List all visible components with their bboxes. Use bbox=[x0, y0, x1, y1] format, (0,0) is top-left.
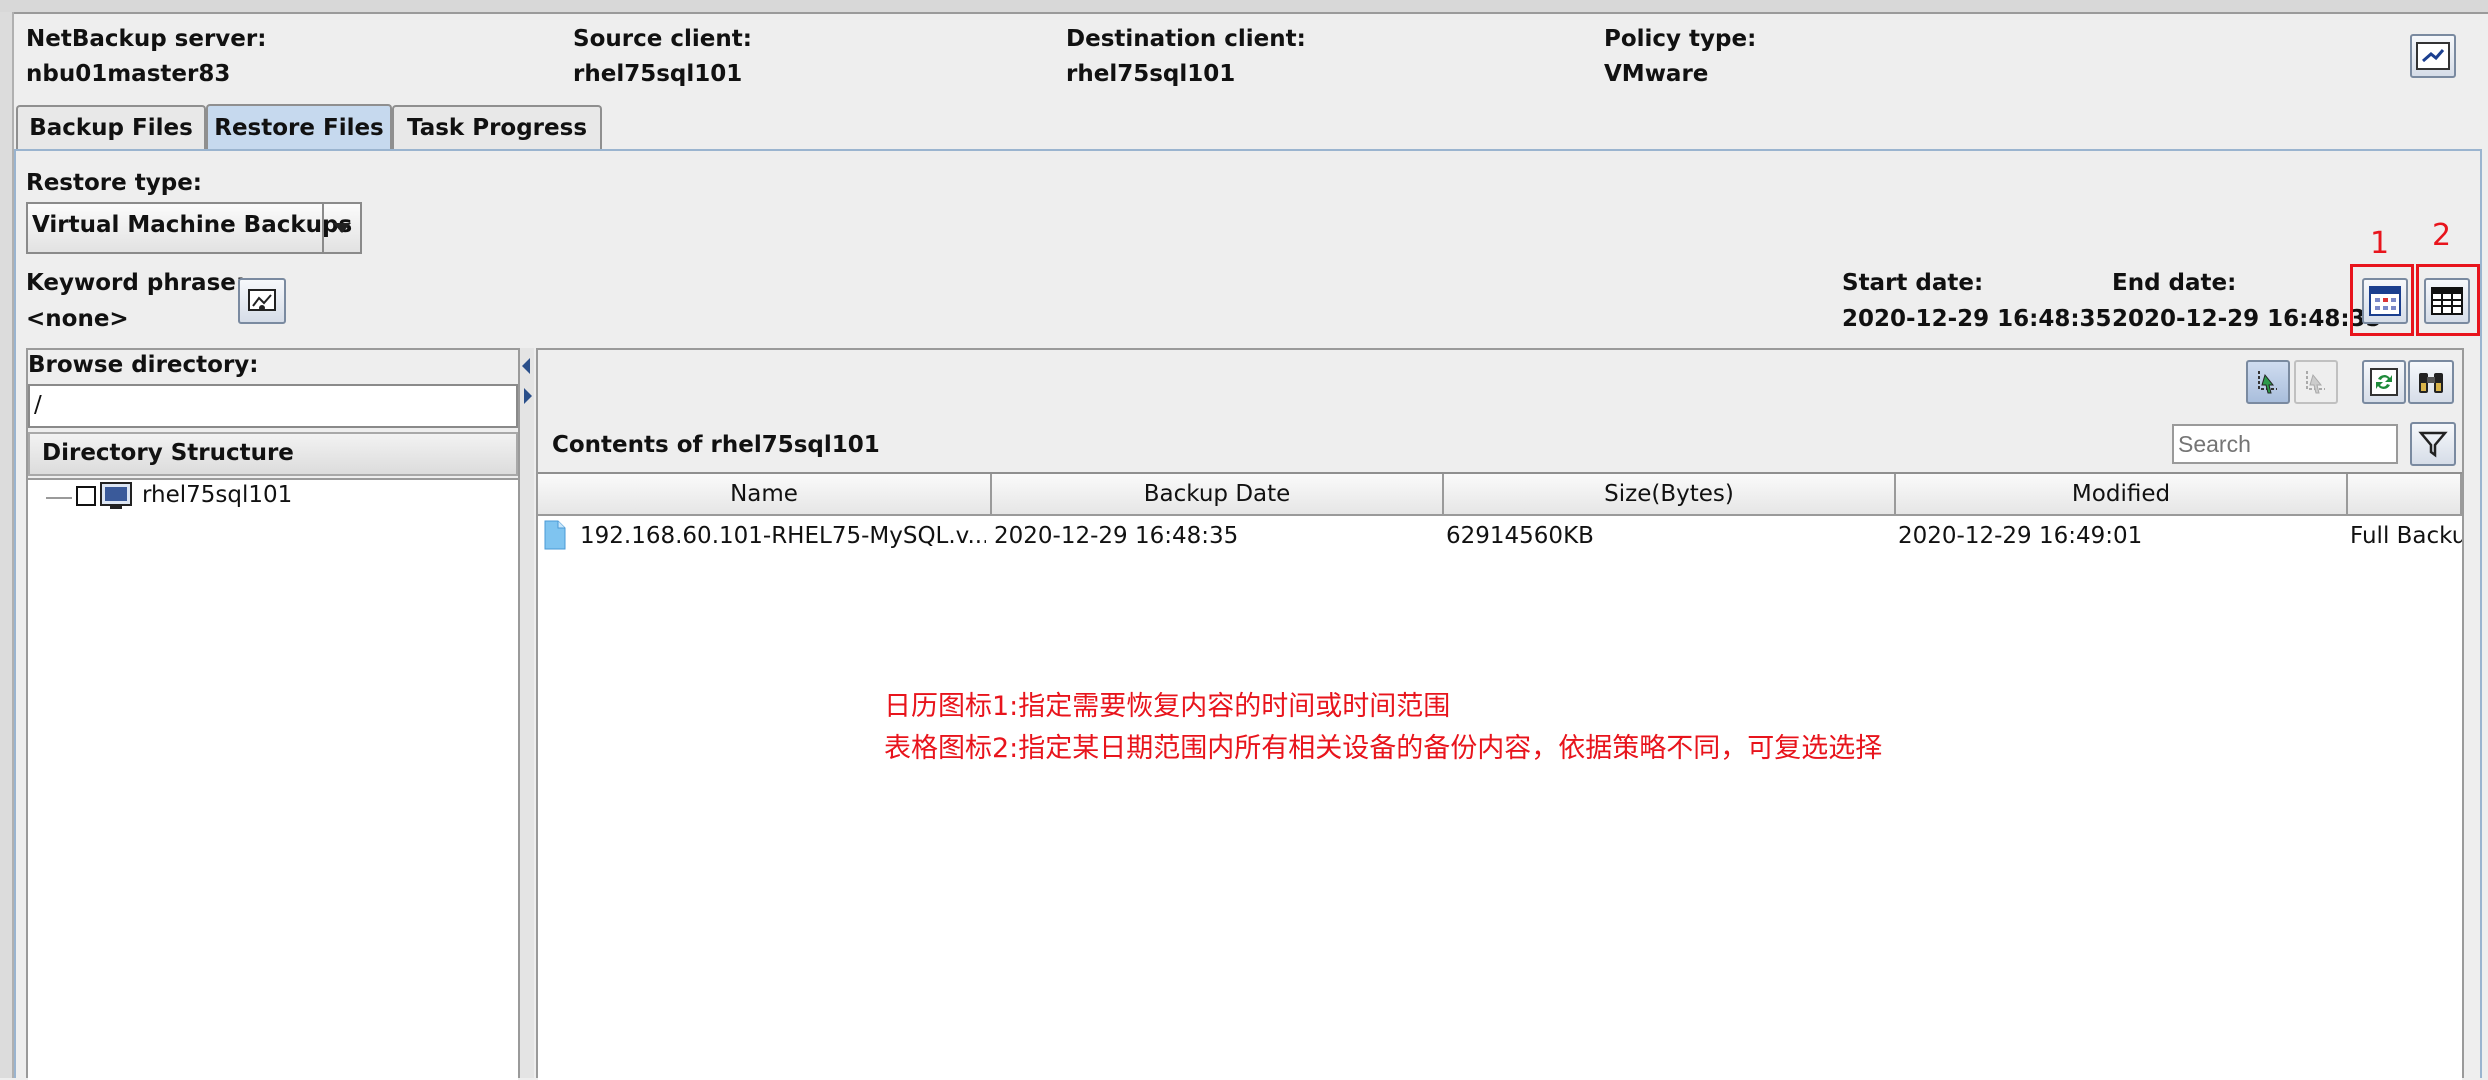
unmark-icon bbox=[2306, 371, 2325, 394]
browse-directory-value: / bbox=[34, 392, 42, 418]
browse-directory-input[interactable]: / bbox=[28, 384, 518, 428]
policy-type-value: VMware bbox=[1604, 61, 1709, 87]
contents-title: Contents of rhel75sql101 bbox=[552, 432, 880, 458]
row-size: 62914560KB bbox=[1446, 523, 1594, 549]
annotation-box-1 bbox=[2350, 264, 2414, 336]
directory-tree[interactable] bbox=[28, 478, 518, 1080]
server-value: nbu01master83 bbox=[26, 61, 231, 87]
keyword-phrase-value: <none> bbox=[26, 306, 129, 332]
tab-backup-files[interactable]: Backup Files bbox=[16, 105, 206, 149]
annotation-line-2: 表格图标2:指定某日期范围内所有相关设备的备份内容，依据策略不同，可复选选择 bbox=[884, 733, 1883, 764]
restore-type-label: Restore type: bbox=[26, 170, 202, 196]
binoculars-icon bbox=[2419, 373, 2443, 393]
tree-line bbox=[46, 497, 72, 499]
annotation-number-2: 2 bbox=[2432, 218, 2452, 253]
computer-icon bbox=[100, 482, 132, 509]
pane-splitter[interactable] bbox=[520, 348, 534, 1078]
mark-icon bbox=[2258, 371, 2277, 394]
policy-type-label: Policy type: bbox=[1604, 26, 1757, 52]
tree-root-label[interactable]: rhel75sql101 bbox=[142, 482, 292, 508]
keyword-phrase-button[interactable] bbox=[238, 278, 286, 324]
splitter-arrows-icon bbox=[522, 358, 532, 404]
find-button[interactable] bbox=[2408, 360, 2454, 404]
refresh-button[interactable] bbox=[2362, 360, 2406, 404]
annotation-box-2 bbox=[2416, 264, 2480, 336]
row-backup-date: 2020-12-29 16:48:35 bbox=[994, 523, 1239, 549]
preview-icon bbox=[2416, 42, 2450, 70]
end-date-label: End date: bbox=[2112, 270, 2237, 296]
tree-root-checkbox[interactable] bbox=[76, 486, 96, 506]
preview-button[interactable] bbox=[2410, 34, 2456, 78]
end-date-value: 2020-12-29 16:48:35 bbox=[2112, 306, 2382, 332]
row-file-icon bbox=[544, 520, 566, 556]
destination-client-label: Destination client: bbox=[1066, 26, 1306, 52]
search-input[interactable] bbox=[2172, 424, 2398, 464]
dropdown-arrow-icon bbox=[333, 223, 351, 233]
tab-task-progress[interactable]: Task Progress bbox=[392, 105, 602, 149]
destination-client-value: rhel75sql101 bbox=[1066, 61, 1236, 87]
column-header-name[interactable]: Name bbox=[538, 474, 992, 516]
browse-directory-label: Browse directory: bbox=[28, 352, 259, 378]
annotation-number-1: 1 bbox=[2370, 226, 2390, 261]
window-top-strip bbox=[0, 0, 2488, 14]
tree-root-computer bbox=[100, 482, 132, 516]
column-header-backup-date[interactable]: Backup Date bbox=[992, 474, 1444, 516]
window-left-edge bbox=[0, 12, 14, 1078]
filter-icon bbox=[2418, 431, 2448, 458]
keyword-icon bbox=[248, 289, 276, 311]
mark-button[interactable] bbox=[2246, 360, 2290, 404]
restore-type-dropdown-button[interactable] bbox=[322, 204, 360, 252]
directory-structure-header: Directory Structure bbox=[28, 432, 518, 476]
filter-button[interactable] bbox=[2410, 422, 2456, 466]
refresh-icon bbox=[2370, 368, 2398, 396]
source-client-label: Source client: bbox=[573, 26, 752, 52]
server-label: NetBackup server: bbox=[26, 26, 267, 52]
column-header-type[interactable] bbox=[2348, 474, 2462, 516]
column-header-size[interactable]: Size(Bytes) bbox=[1444, 474, 1896, 516]
keyword-phrase-label: Keyword phrase: bbox=[26, 270, 246, 296]
tab-restore-files[interactable]: Restore Files bbox=[206, 104, 392, 150]
annotation-line-1: 日历图标1:指定需要恢复内容的时间或时间范围 bbox=[884, 691, 1451, 722]
column-header-modified[interactable]: Modified bbox=[1896, 474, 2348, 516]
unmark-button[interactable] bbox=[2294, 360, 2338, 404]
restore-type-value: Virtual Machine Backups bbox=[32, 212, 353, 238]
file-icon bbox=[544, 520, 566, 550]
start-date-label: Start date: bbox=[1842, 270, 1984, 296]
start-date-value: 2020-12-29 16:48:35 bbox=[1842, 306, 2112, 332]
source-client-value: rhel75sql101 bbox=[573, 61, 743, 87]
contents-table bbox=[538, 472, 2462, 1080]
row-name: 192.168.60.101-RHEL75-MySQL.v... bbox=[580, 523, 986, 549]
row-type: Full Backu bbox=[2350, 523, 2462, 549]
row-modified: 2020-12-29 16:49:01 bbox=[1898, 523, 2143, 549]
